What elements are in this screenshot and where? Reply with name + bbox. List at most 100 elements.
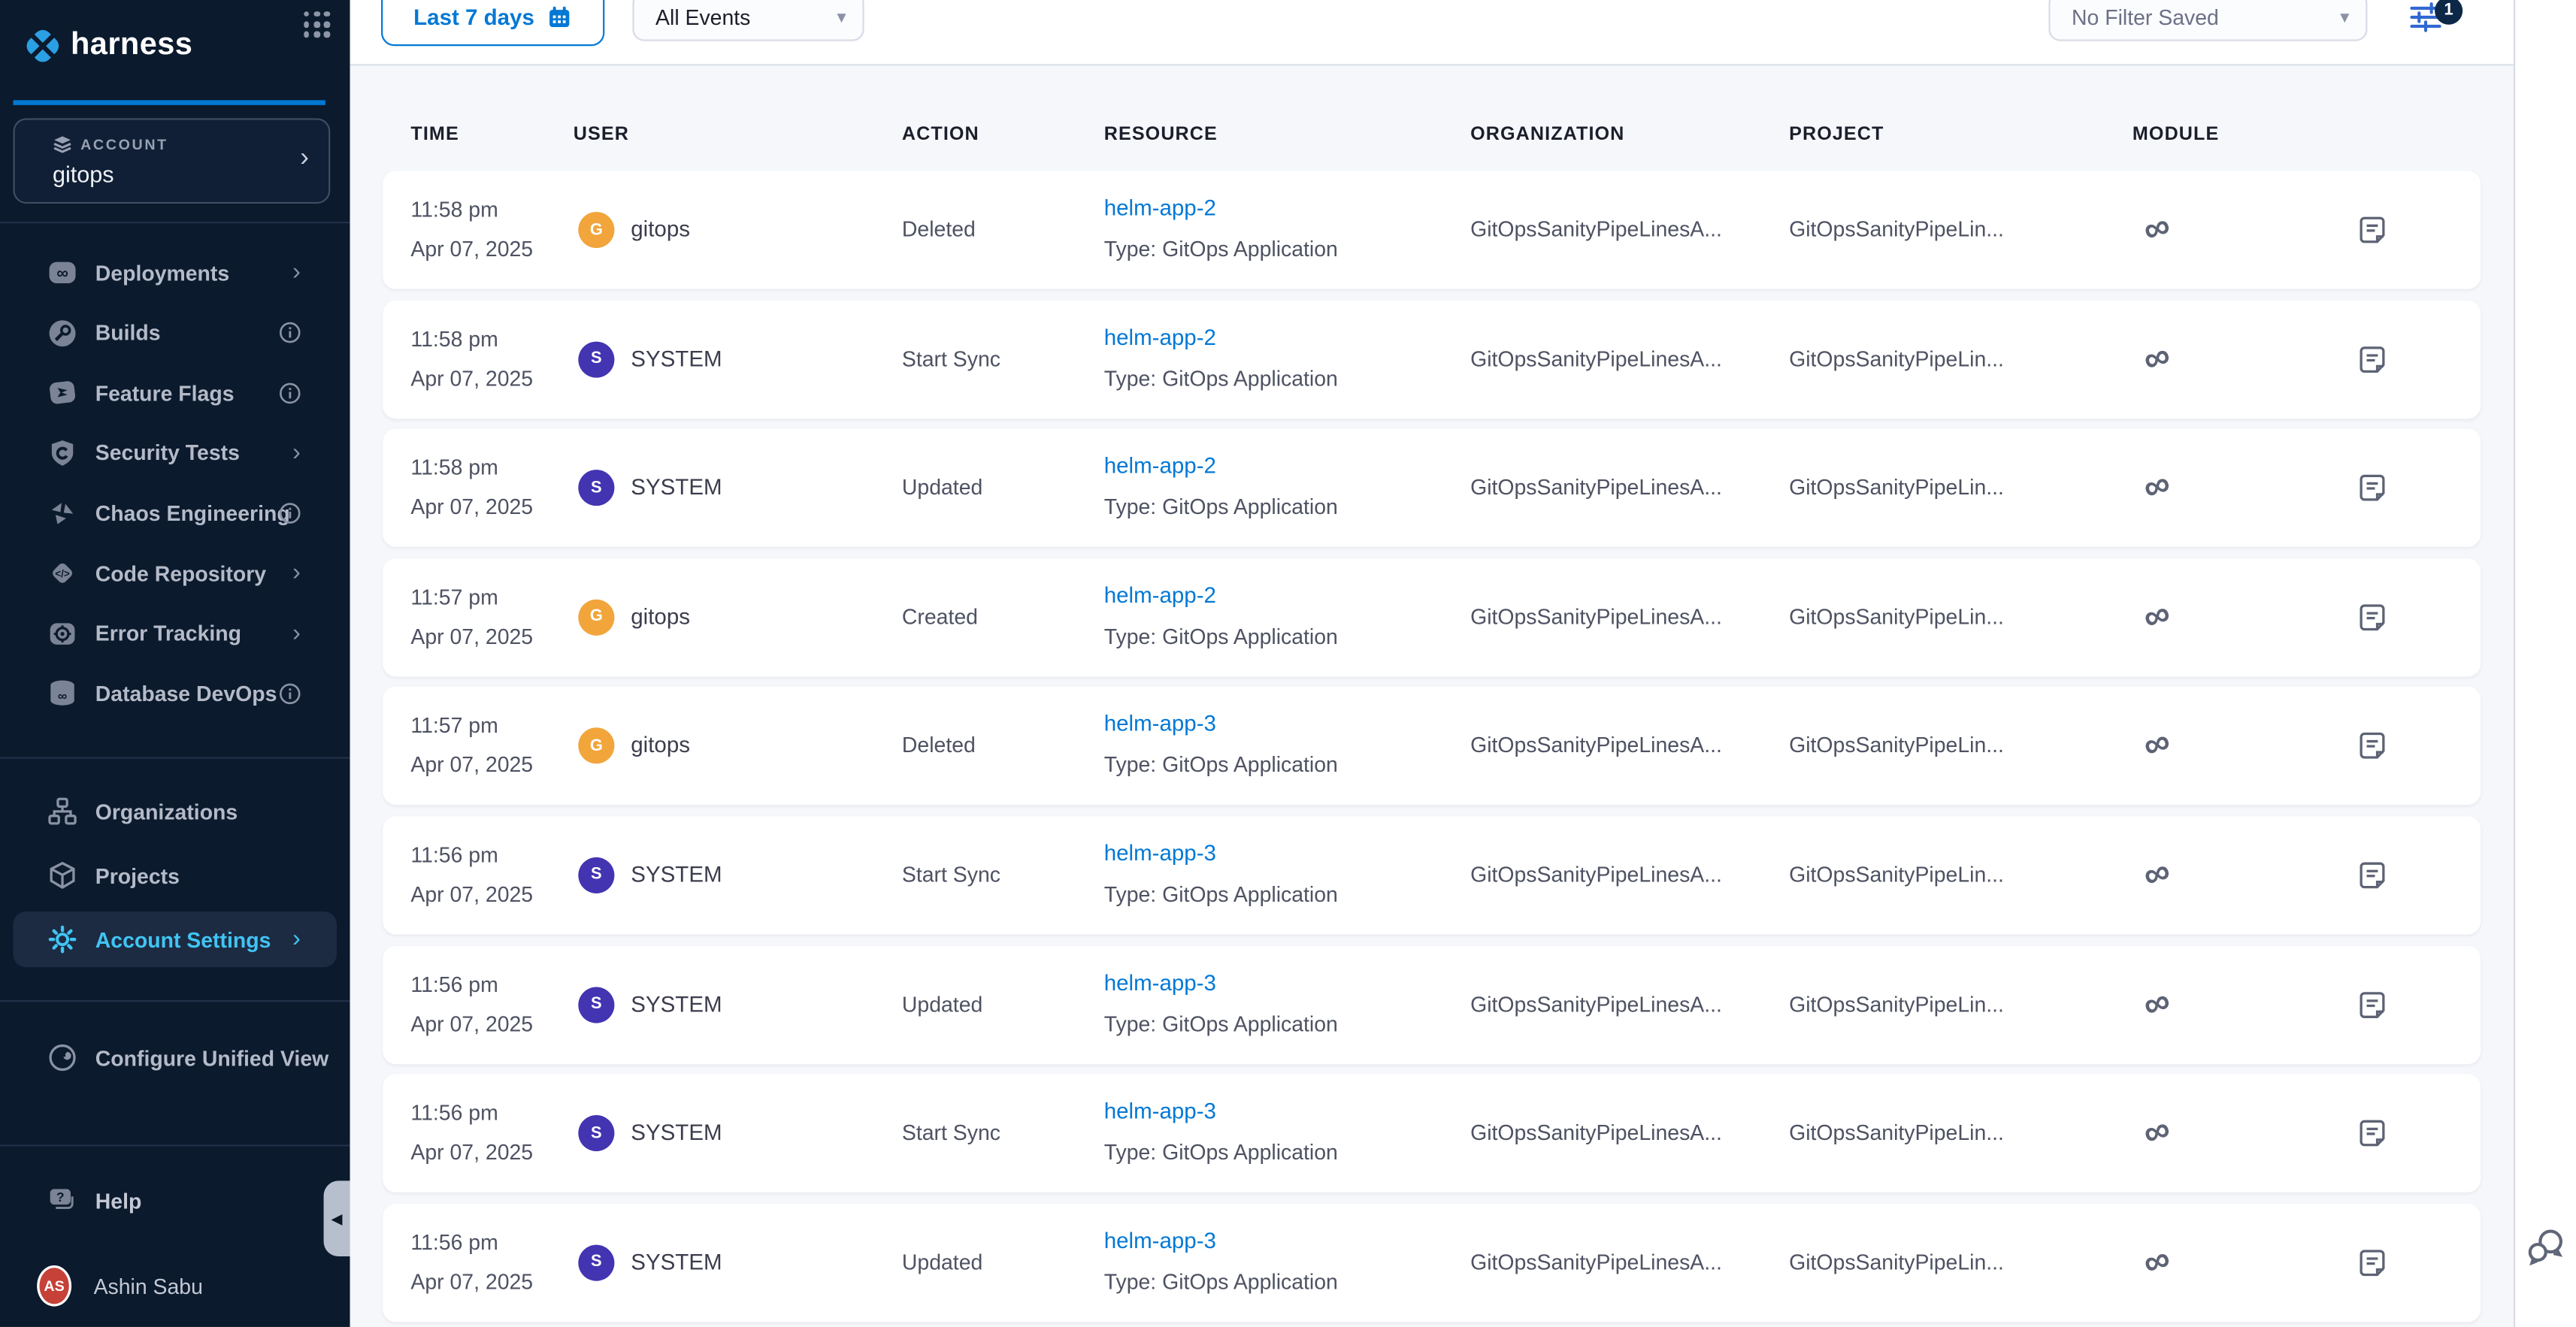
row-project: GitOpsSanityPipeLin... [1789,475,2004,500]
row-resource-link[interactable]: helm-app-2 [1104,325,1216,349]
audit-table-row[interactable]: 11:57 pm Apr 07, 2025 G gitops Deleted h… [383,687,2481,805]
event-summary-note-icon[interactable] [2357,344,2387,373]
event-summary-note-icon[interactable] [2357,990,2387,1019]
chevron-down-icon: ▾ [837,6,846,27]
sidebar-item-label: Feature Flags [95,380,235,405]
row-project: GitOpsSanityPipeLin... [1789,604,2004,629]
audit-trail-page: harness ACCOUNT gitops › ∞ Deployments › [0,0,2576,1327]
audit-table-row[interactable]: 11:58 pm Apr 07, 2025 S SYSTEM Updated h… [383,429,2481,547]
row-resource-link[interactable]: helm-app-3 [1104,1228,1216,1253]
filter-count-badge: 1 [2435,0,2462,25]
sidebar-item-builds[interactable]: Builds [13,305,337,361]
audit-table-row[interactable]: 11:56 pm Apr 07, 2025 S SYSTEM Updated h… [383,1203,2481,1321]
divider [0,1144,350,1146]
row-project: GitOpsSanityPipeLin... [1789,862,2004,887]
gear-icon [47,924,77,954]
audit-table-row[interactable]: 11:56 pm Apr 07, 2025 S SYSTEM Updated h… [383,945,2481,1063]
account-name: gitops [53,161,114,187]
user-avatar: S [578,341,614,377]
account-selector[interactable]: ACCOUNT gitops › [13,118,330,204]
sidebar-item-error-tracking[interactable]: Error Tracking › [13,606,337,661]
sidebar-item-security-tests[interactable]: Security Tests › [13,425,337,481]
row-resource-link[interactable]: helm-app-3 [1104,841,1216,866]
sidebar-item-projects[interactable]: Projects [13,848,337,903]
audit-table-row[interactable]: 11:57 pm Apr 07, 2025 G gitops Created h… [383,558,2481,676]
audit-table-row[interactable]: 11:56 pm Apr 07, 2025 S SYSTEM Start Syn… [383,1075,2481,1192]
info-icon [280,503,301,524]
gitops-module-infinity-icon: ∞ [2139,336,2175,378]
sidebar-item-deployments[interactable]: ∞ Deployments › [13,245,337,301]
event-summary-note-icon[interactable] [2357,603,2387,632]
sidebar-item-account-settings[interactable]: Account Settings › [13,911,337,967]
support-chat-icon[interactable] [2525,1225,2568,1268]
feature-flags-icon [47,378,77,407]
chevron-right-icon: › [292,621,301,645]
divider [0,757,350,759]
gitops-module-infinity-icon: ∞ [2139,207,2175,249]
row-resource-type: Type: GitOps Application [1104,1140,1338,1165]
row-resource-type: Type: GitOps Application [1104,237,1338,261]
row-resource-link[interactable]: helm-app-2 [1104,582,1216,607]
sidebar-item-feature-flags[interactable]: Feature Flags [13,365,337,421]
gitops-module-infinity-icon: ∞ [2139,1240,2175,1282]
row-resource-link[interactable]: helm-app-3 [1104,970,1216,995]
event-type-select[interactable]: All Events ▾ [632,0,864,41]
saved-filter-select[interactable]: No Filter Saved ▾ [2048,0,2367,41]
date-range-button[interactable]: Last 7 days [381,0,604,46]
user-avatar: S [578,470,614,506]
event-summary-note-icon[interactable] [2357,1119,2387,1148]
sidebar-item-organizations[interactable]: Organizations [13,784,337,839]
sidebar-item-chaos-engineering[interactable]: Chaos Engineering [13,485,337,541]
row-resource-type: Type: GitOps Application [1104,882,1338,907]
user-avatar: G [578,728,614,764]
user-avatar: S [578,987,614,1023]
event-summary-note-icon[interactable] [2357,1247,2387,1277]
row-resource-type: Type: GitOps Application [1104,1269,1338,1294]
builds-icon [47,318,77,347]
event-summary-note-icon[interactable] [2357,215,2387,244]
column-header-module: MODULE [2133,125,2219,144]
audit-table-row[interactable]: 11:58 pm Apr 07, 2025 S SYSTEM Start Syn… [383,300,2481,418]
sidebar: harness ACCOUNT gitops › ∞ Deployments › [0,0,350,1327]
row-resource-link[interactable]: helm-app-3 [1104,712,1216,736]
row-project: GitOpsSanityPipeLin... [1789,1250,2004,1274]
event-summary-note-icon[interactable] [2357,860,2387,890]
event-summary-note-icon[interactable] [2357,473,2387,503]
user-avatar: G [578,212,614,248]
sidebar-collapse-handle[interactable]: ◀ [324,1180,350,1256]
row-time: 11:56 pm [410,842,498,867]
row-action: Updated [902,991,982,1016]
row-resource-type: Type: GitOps Application [1104,624,1338,648]
organizations-icon [47,797,77,826]
row-user-name: SYSTEM [631,475,722,500]
module-grid-icon[interactable] [304,11,330,38]
user-profile[interactable]: AS Ashin Sabu [13,1258,337,1313]
chevron-right-icon: › [292,441,301,464]
row-organization: GitOpsSanityPipeLinesA... [1470,216,1722,241]
user-avatar: G [578,599,614,635]
row-organization: GitOpsSanityPipeLinesA... [1470,862,1722,887]
event-summary-note-icon[interactable] [2357,731,2387,760]
row-time: 11:57 pm [410,585,498,609]
row-action: Created [902,604,978,629]
sidebar-item-label: Account Settings [95,927,271,952]
chevron-right-icon: › [292,928,301,951]
row-user-name: gitops [631,216,690,241]
row-organization: GitOpsSanityPipeLinesA... [1470,346,1722,370]
sidebar-item-configure-unified-view[interactable]: Configure Unified View [13,1029,337,1085]
audit-table-row[interactable]: 11:58 pm Apr 07, 2025 G gitops Deleted h… [383,171,2481,289]
sidebar-item-help[interactable]: ? Help [13,1173,337,1229]
row-organization: GitOpsSanityPipeLinesA... [1470,1250,1722,1274]
column-header-resource: RESOURCE [1104,125,1218,144]
row-resource-link[interactable]: helm-app-3 [1104,1099,1216,1123]
row-resource-link[interactable]: helm-app-2 [1104,195,1216,220]
column-header-time: TIME [410,125,459,144]
row-resource-link[interactable]: helm-app-2 [1104,454,1216,479]
sidebar-item-code-repository[interactable]: </> Code Repository › [13,546,337,601]
triangle-left-icon: ◀ [331,1210,342,1228]
sidebar-item-database-devops[interactable]: ∞ Database DevOps [13,666,337,721]
audit-table-row[interactable]: 11:56 pm Apr 07, 2025 S SYSTEM Start Syn… [383,816,2481,934]
filter-settings-button[interactable]: 1 [2408,0,2474,39]
saved-filter-value: No Filter Saved [2072,4,2219,29]
sidebar-item-label: Projects [95,863,180,888]
